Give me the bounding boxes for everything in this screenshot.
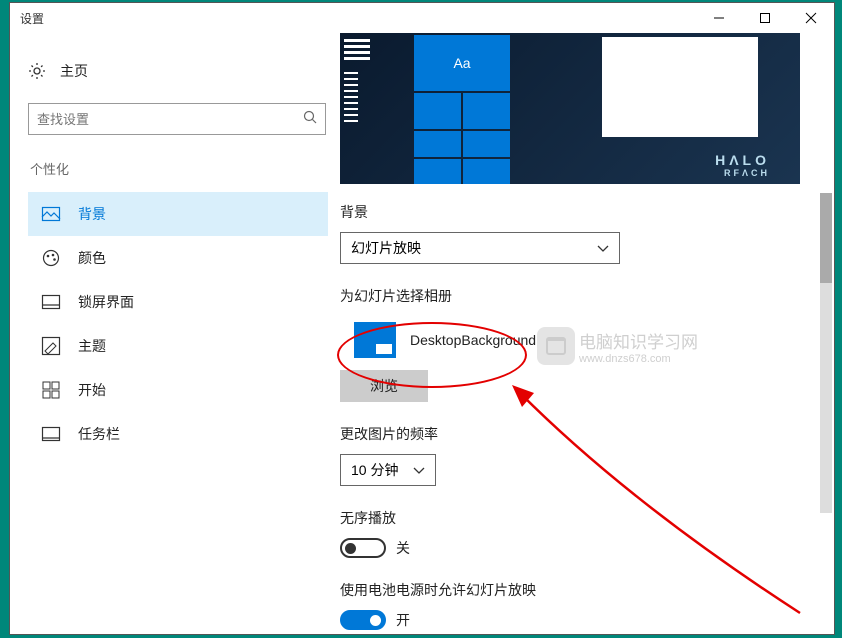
sidebar-item-taskbar[interactable]: 任务栏 [28,412,328,456]
battery-toggle[interactable] [340,610,386,630]
close-button[interactable] [788,3,834,33]
dropdown-value: 幻灯片放映 [351,238,421,258]
watermark: 电脑知识学习网 www.dnzs678.com [537,327,698,365]
preview-tile-aa: Aa [414,35,510,91]
gear-icon [28,62,46,80]
desktop-preview: Aa HΛLO RFΛCH [340,33,800,184]
chevron-down-icon [413,462,425,478]
battery-state: 开 [396,610,410,630]
sidebar-item-label: 开始 [78,380,106,400]
sidebar-item-label: 颜色 [78,248,106,268]
sidebar-item-background[interactable]: 背景 [28,192,328,236]
shuffle-state: 关 [396,538,410,558]
search-box[interactable] [28,103,326,135]
shuffle-label: 无序播放 [340,508,802,528]
search-icon [303,110,317,129]
home-label: 主页 [60,61,88,81]
frequency-label: 更改图片的频率 [340,424,802,444]
sidebar-item-theme[interactable]: 主题 [28,324,328,368]
chevron-down-icon [597,240,609,256]
sidebar-item-label: 锁屏界面 [78,292,134,312]
watermark-url: www.dnzs678.com [579,353,698,365]
browse-button[interactable]: 浏览 [340,370,428,402]
frequency-dropdown[interactable]: 10 分钟 [340,454,436,486]
maximize-button[interactable] [742,3,788,33]
lock-screen-icon [42,293,60,311]
minimize-button[interactable] [696,3,742,33]
color-icon [42,249,60,267]
scroll-thumb[interactable] [820,193,832,283]
category-label: 个性化 [28,159,340,178]
scrollbar[interactable] [820,193,832,513]
shuffle-toggle[interactable] [340,538,386,558]
picture-icon [42,205,60,223]
window-title: 设置 [20,10,44,27]
search-input[interactable] [37,112,303,127]
background-dropdown[interactable]: 幻灯片放映 [340,232,620,264]
titlebar: 设置 [10,3,834,33]
watermark-text: 电脑知识学习网 [579,333,698,352]
background-label: 背景 [340,202,802,222]
theme-icon [42,337,60,355]
sidebar-item-colors[interactable]: 颜色 [28,236,328,280]
sidebar-item-label: 主题 [78,336,106,356]
album-name: DesktopBackground [410,332,536,348]
sidebar-item-label: 任务栏 [78,424,120,444]
battery-label: 使用电池电源时允许幻灯片放映 [340,580,802,600]
sidebar-item-label: 背景 [78,204,106,224]
taskbar-icon [42,425,60,443]
home-link[interactable]: 主页 [28,53,340,89]
start-icon [42,381,60,399]
watermark-icon [537,327,575,365]
sidebar-item-lockscreen[interactable]: 锁屏界面 [28,280,328,324]
settings-window: 设置 主页 [9,2,835,635]
sidebar-item-start[interactable]: 开始 [28,368,328,412]
sidebar: 主页 个性化 背景 颜色 [10,33,340,634]
album-label: 为幻灯片选择相册 [340,286,802,306]
dropdown-value: 10 分钟 [351,460,398,480]
album-thumb-icon [354,322,396,358]
